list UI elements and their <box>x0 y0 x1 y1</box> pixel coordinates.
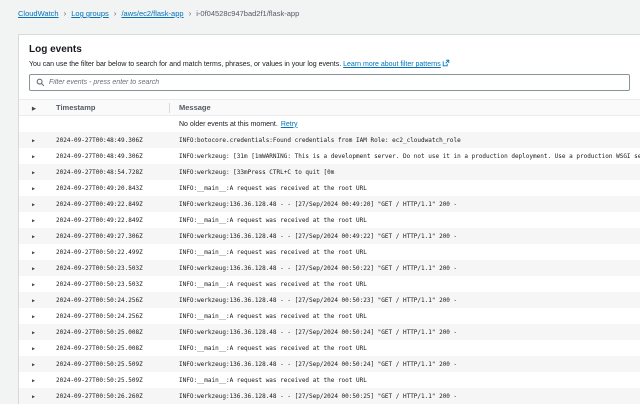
expand-row-icon[interactable]: ▶ <box>32 234 35 240</box>
page-title: Log events <box>19 35 640 55</box>
expand-row-icon[interactable]: ▶ <box>32 250 35 256</box>
log-timestamp: 2024-09-27T00:50:25.509Z <box>56 361 169 368</box>
log-timestamp: 2024-09-27T00:49:20.843Z <box>56 185 169 192</box>
breadcrumb-log-group-name[interactable]: /aws/ec2/flask-app <box>121 9 183 18</box>
log-row[interactable]: ▶ 2024-09-27T00:48:54.728Z INFO:werkzeug… <box>19 164 640 180</box>
expand-row-icon[interactable]: ▶ <box>32 154 35 160</box>
log-message: INFO:werkzeug:136.36.128.48 - - [27/Sep/… <box>169 297 640 304</box>
expand-row-icon[interactable]: ▶ <box>32 202 35 208</box>
retry-link[interactable]: Retry <box>281 121 298 128</box>
expand-all-icon[interactable]: ▶ <box>32 106 36 112</box>
log-timestamp: 2024-09-27T00:50:22.499Z <box>56 249 169 256</box>
expand-row-icon[interactable]: ▶ <box>32 362 35 368</box>
log-row[interactable]: ▶ 2024-09-27T00:50:23.503Z INFO:__main__… <box>19 276 640 292</box>
expand-row-icon[interactable]: ▶ <box>32 138 35 144</box>
log-message: INFO:__main__:A request was received at … <box>169 249 640 256</box>
expand-row-icon[interactable]: ▶ <box>32 330 35 336</box>
log-row[interactable]: ▶ 2024-09-27T00:50:22.499Z INFO:__main__… <box>19 244 640 260</box>
log-events-panel: Log events You can use the filter bar be… <box>18 34 640 404</box>
panel-description: You can use the filter bar below to sear… <box>19 55 640 69</box>
log-row[interactable]: ▶ 2024-09-27T00:50:25.008Z INFO:__main__… <box>19 340 640 356</box>
breadcrumb-separator-icon: › <box>114 9 117 18</box>
log-row[interactable]: ▶ 2024-09-27T00:50:25.509Z INFO:__main__… <box>19 372 640 388</box>
log-rows: ▶ 2024-09-27T00:48:49.306Z INFO:botocore… <box>19 132 640 404</box>
log-message: INFO:werkzeug: [31m [1mWARNING: This is … <box>169 153 640 160</box>
external-link-icon <box>442 59 450 67</box>
search-icon <box>36 78 45 87</box>
learn-more-link[interactable]: Learn more about filter patterns <box>343 61 450 68</box>
breadcrumb-log-groups[interactable]: Log groups <box>71 9 109 18</box>
log-timestamp: 2024-09-27T00:50:26.260Z <box>56 393 169 400</box>
column-header-timestamp: Timestamp <box>56 103 169 112</box>
log-timestamp: 2024-09-27T00:49:22.849Z <box>56 201 169 208</box>
breadcrumb-cloudwatch[interactable]: CloudWatch <box>18 9 59 18</box>
log-message: INFO:__main__:A request was received at … <box>169 217 640 224</box>
log-row[interactable]: ▶ 2024-09-27T00:49:27.306Z INFO:werkzeug… <box>19 228 640 244</box>
log-row[interactable]: ▶ 2024-09-27T00:49:22.849Z INFO:__main__… <box>19 212 640 228</box>
expand-row-icon[interactable]: ▶ <box>32 266 35 272</box>
expand-row-icon[interactable]: ▶ <box>32 314 35 320</box>
log-row[interactable]: ▶ 2024-09-27T00:50:25.008Z INFO:werkzeug… <box>19 324 640 340</box>
log-timestamp: 2024-09-27T00:48:49.306Z <box>56 153 169 160</box>
log-timestamp: 2024-09-27T00:49:22.849Z <box>56 217 169 224</box>
log-timestamp: 2024-09-27T00:50:23.503Z <box>56 265 169 272</box>
log-row[interactable]: ▶ 2024-09-27T00:50:24.256Z INFO:werkzeug… <box>19 292 640 308</box>
log-timestamp: 2024-09-27T00:50:25.509Z <box>56 377 169 384</box>
no-older-events-row: No older events at this moment. Retry <box>19 116 640 132</box>
expand-row-icon[interactable]: ▶ <box>32 170 35 176</box>
log-message: INFO:__main__:A request was received at … <box>169 313 640 320</box>
breadcrumb: CloudWatch › Log groups › /aws/ec2/flask… <box>18 9 299 18</box>
breadcrumb-separator-icon: › <box>64 9 67 18</box>
filter-events-input[interactable] <box>49 79 623 86</box>
log-message: INFO:__main__:A request was received at … <box>169 185 640 192</box>
expand-row-icon[interactable]: ▶ <box>32 394 35 400</box>
log-timestamp: 2024-09-27T00:50:23.503Z <box>56 281 169 288</box>
log-row[interactable]: ▶ 2024-09-27T00:50:24.256Z INFO:__main__… <box>19 308 640 324</box>
log-message: INFO:werkzeug:136.36.128.48 - - [27/Sep/… <box>169 361 640 368</box>
log-row[interactable]: ▶ 2024-09-27T00:50:23.503Z INFO:werkzeug… <box>19 260 640 276</box>
log-message: INFO:__main__:A request was received at … <box>169 377 640 384</box>
filter-search-box[interactable] <box>29 74 630 91</box>
log-row[interactable]: ▶ 2024-09-27T00:49:20.843Z INFO:__main__… <box>19 180 640 196</box>
expand-row-icon[interactable]: ▶ <box>32 378 35 384</box>
no-older-events-text: No older events at this moment. <box>179 121 278 128</box>
log-row[interactable]: ▶ 2024-09-27T00:50:26.260Z INFO:werkzeug… <box>19 388 640 404</box>
log-message: INFO:werkzeug:136.36.128.48 - - [27/Sep/… <box>169 393 640 400</box>
log-row[interactable]: ▶ 2024-09-27T00:49:22.849Z INFO:werkzeug… <box>19 196 640 212</box>
log-message: INFO:werkzeug:136.36.128.48 - - [27/Sep/… <box>169 201 640 208</box>
learn-more-label: Learn more about filter patterns <box>343 61 441 68</box>
expand-row-icon[interactable]: ▶ <box>32 186 35 192</box>
log-timestamp: 2024-09-27T00:49:27.306Z <box>56 233 169 240</box>
expand-row-icon[interactable]: ▶ <box>32 218 35 224</box>
log-row[interactable]: ▶ 2024-09-27T00:50:25.509Z INFO:werkzeug… <box>19 356 640 372</box>
breadcrumb-separator-icon: › <box>189 9 192 18</box>
expand-row-icon[interactable]: ▶ <box>32 346 35 352</box>
table-header: ▶ Timestamp Message <box>19 99 640 116</box>
log-timestamp: 2024-09-27T00:50:25.008Z <box>56 329 169 336</box>
log-timestamp: 2024-09-27T00:50:24.256Z <box>56 313 169 320</box>
log-message: INFO:werkzeug:136.36.128.48 - - [27/Sep/… <box>169 233 640 240</box>
log-row[interactable]: ▶ 2024-09-27T00:48:49.306Z INFO:botocore… <box>19 132 640 148</box>
log-message: INFO:werkzeug:136.36.128.48 - - [27/Sep/… <box>169 265 640 272</box>
expand-row-icon[interactable]: ▶ <box>32 298 35 304</box>
expand-row-icon[interactable]: ▶ <box>32 282 35 288</box>
log-timestamp: 2024-09-27T00:48:54.728Z <box>56 169 169 176</box>
log-message: INFO:werkzeug:136.36.128.48 - - [27/Sep/… <box>169 329 640 336</box>
panel-description-text: You can use the filter bar below to sear… <box>29 61 341 68</box>
log-message: INFO:__main__:A request was received at … <box>169 281 640 288</box>
log-timestamp: 2024-09-27T00:48:49.306Z <box>56 137 169 144</box>
log-timestamp: 2024-09-27T00:50:25.008Z <box>56 345 169 352</box>
log-row[interactable]: ▶ 2024-09-27T00:48:49.306Z INFO:werkzeug… <box>19 148 640 164</box>
column-header-message: Message <box>170 103 640 112</box>
log-timestamp: 2024-09-27T00:50:24.256Z <box>56 297 169 304</box>
log-message: INFO:werkzeug: [33mPress CTRL+C to quit … <box>169 169 640 176</box>
log-message: INFO:botocore.credentials:Found credenti… <box>169 137 640 144</box>
log-message: INFO:__main__:A request was received at … <box>169 345 640 352</box>
breadcrumb-current-stream: i-0f04528c947bad2f1/flask-app <box>196 9 299 18</box>
